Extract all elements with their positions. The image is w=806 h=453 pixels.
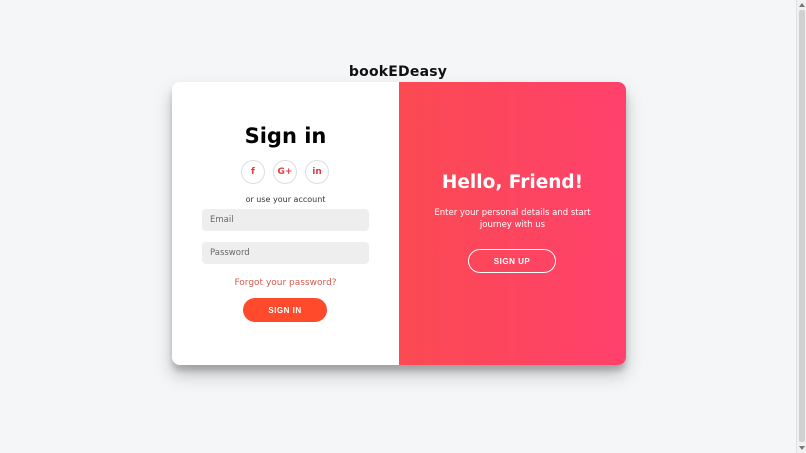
facebook-login-button[interactable]: f — [241, 160, 265, 184]
signin-button[interactable]: Sign In — [243, 298, 327, 322]
google-login-button[interactable]: G+ — [273, 160, 297, 184]
auth-card: Sign in f G+ in or use your account Forg… — [172, 82, 626, 365]
linkedin-login-button[interactable]: in — [305, 160, 329, 184]
facebook-icon: f — [251, 166, 255, 177]
welcome-message: Enter your personal details and start jo… — [434, 208, 591, 230]
signup-button[interactable]: Sign Up — [468, 249, 556, 273]
welcome-title: Hello, Friend! — [441, 172, 584, 193]
google-plus-icon: G+ — [277, 166, 293, 177]
social-login-row: f G+ in — [241, 160, 361, 184]
password-field[interactable] — [202, 242, 369, 264]
page: bookEDeasy Sign in f G+ in or use your a… — [0, 0, 796, 453]
linkedin-icon: in — [312, 166, 322, 177]
welcome-panel: Hello, Friend! Enter your personal detai… — [399, 82, 626, 365]
signin-panel: Sign in f G+ in or use your account Forg… — [172, 82, 399, 365]
scroll-up-icon[interactable] — [799, 3, 805, 7]
or-use-account-text: or use your account — [245, 195, 326, 204]
scroll-down-icon[interactable] — [799, 446, 805, 450]
signin-title: Sign in — [244, 124, 327, 148]
brand-title: bookEDeasy — [348, 64, 448, 80]
vertical-scrollbar[interactable] — [796, 0, 806, 453]
email-field[interactable] — [202, 209, 369, 231]
scrollbar-thumb[interactable] — [799, 10, 805, 442]
forgot-password-link[interactable]: Forgot your password? — [172, 278, 399, 288]
